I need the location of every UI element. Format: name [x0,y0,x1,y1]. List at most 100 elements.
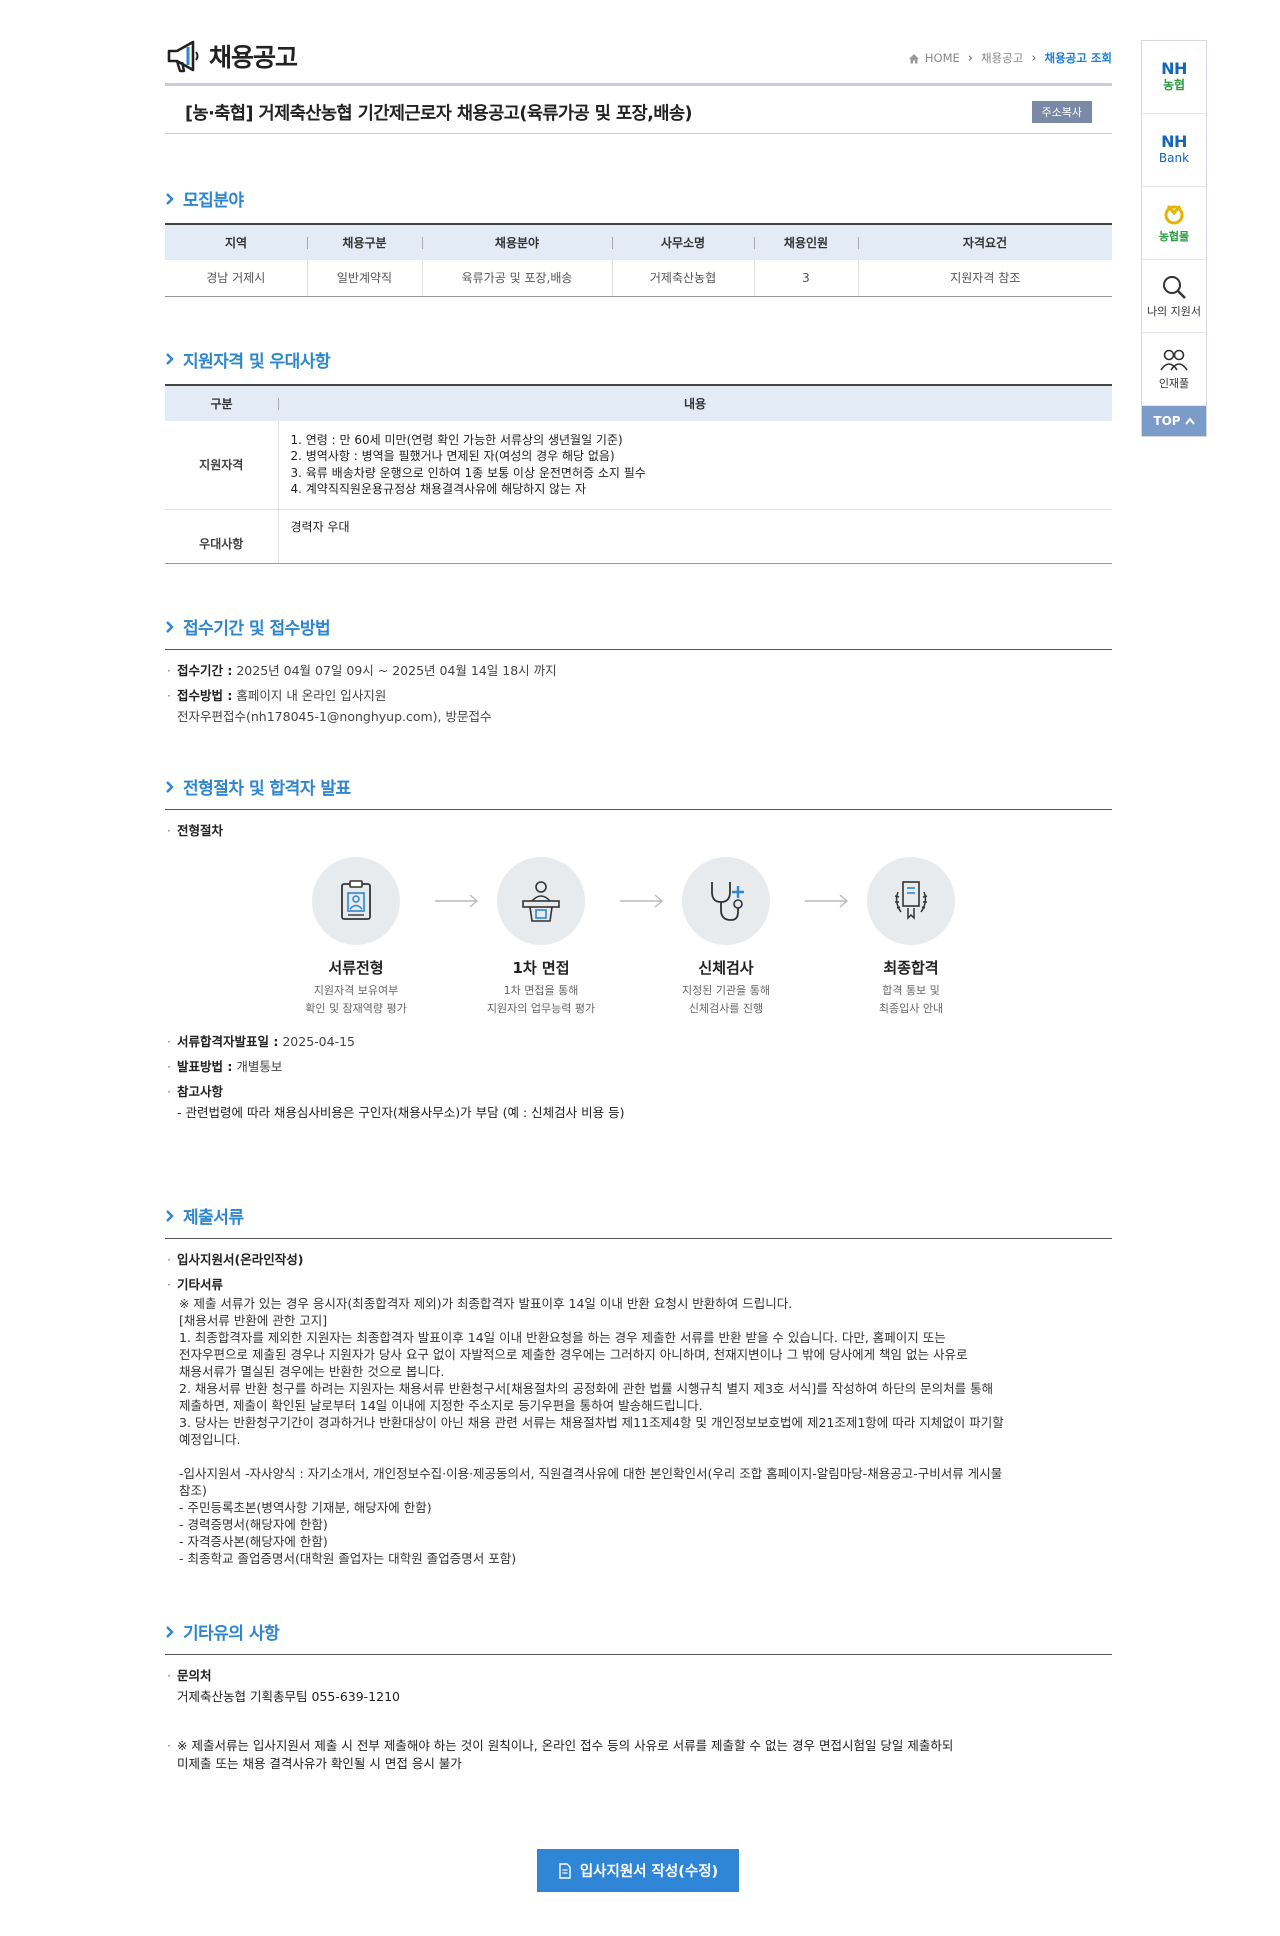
page-title: 채용공고 [165,38,298,74]
quick-nh-nonghyup[interactable]: NH 농협 [1142,41,1206,114]
doc-line: [채용서류 반환에 관한 고지] [179,1313,328,1328]
recruit-table: 지역 채용구분 채용분야 사무소명 채용인원 자격요건 경남 거제시 일반계약직… [165,223,1112,297]
table-cell: 거제축산농협 [611,260,754,297]
section-heading-process: 전형절차 및 합격자 발표 [165,774,1112,810]
notice-method-value: 개별통보 [236,1059,283,1074]
breadcrumb-current: 채용공고 조회 [1044,51,1112,65]
doc-pass-label: 서류합격자발표일 : [177,1034,279,1049]
table-cell: 일반계약직 [306,260,422,297]
nh-bank-logo-sub: Bank [1158,151,1190,165]
doc-line: 1. 최종합격자를 제외한 지원자는 최종합격자 발표이후 14일 이내 반환요… [179,1330,946,1345]
col-header: 채용인원 [754,224,858,260]
process-step-desc-line: 지정된 기관을 통해 [682,984,770,997]
table-cell: 경남 거제시 [165,260,307,297]
col-header: 구분 [165,384,278,421]
top-button-label: TOP [1153,414,1181,428]
doc-line: - 최종학교 졸업증명서(대학원 졸업자는 대학원 졸업증명서 포함) [179,1551,517,1566]
copy-address-button[interactable]: 주소복사 [1031,101,1092,123]
doc-line: 채용서류가 멸실된 경우에는 반환한 것으로 봅니다. [179,1364,445,1379]
receipt-period-value: 2025년 04월 07일 09시 ~ 2025년 04월 14일 18시 까지 [236,663,557,678]
process-step: 1차 면접 1차 면접을 통해지원자의 업무능력 평가 [466,857,616,1018]
table-cell: 지원자격 참조 [857,260,1112,297]
section-heading-text: 제출서류 [183,1208,244,1228]
quick-nh-bank[interactable]: NH Bank [1142,114,1206,187]
table-row: 경남 거제시 일반계약직 육류가공 및 포장,배송 거제축산농협 3 지원자격 … [165,260,1112,297]
contact-label-text: 문의처 [177,1668,212,1683]
process-step-desc-line: 지원자격 보유여부 [313,984,399,997]
doc-line: -입사지원서 -자사양식 : 자기소개서, 개인정보수집·이용·제공동의서, 직… [179,1466,1003,1481]
chevron-right-icon [166,1209,174,1222]
doc-item-application: 입사지원서(온라인작성) [165,1249,1112,1270]
stethoscope-icon [682,857,770,945]
breadcrumb-home[interactable]: HOME [908,51,960,65]
process-step-desc-line: 1차 면접을 통해 [503,984,579,997]
qualification-line: 1. 연령 : 만 60세 미만(연령 확인 가능한 서류상의 생년월일 기준) [290,432,623,447]
quick-label: 인재풀 [1158,376,1190,390]
receipt-method-extra: 전자우편접수(nh178045-1@nonghyup.com), 방문접수 [177,709,492,724]
process-step-desc-line: 신체검사를 진행 [688,1002,764,1015]
other-note: ※ 제출서류는 입사지원서 제출 시 전부 제출해야 하는 것이 원칙이나, 온… [165,1737,1112,1773]
section-heading-text: 전형절차 및 합격자 발표 [183,779,351,799]
chevron-right-icon [166,192,174,205]
notice-method-label: 발표방법 : [177,1059,233,1074]
quick-label: 농협몰 [1158,229,1190,243]
breadcrumb-level1[interactable]: 채용공고 [981,50,1023,66]
process-step-name: 1차 면접 [512,959,570,977]
other-note-line: 미제출 또는 채용 결격사유가 확인될 시 면접 응시 불가 [177,1756,462,1771]
doc-line: 3. 당사는 반환청구기간이 경과하거나 반환대상이 아닌 채용 관련 서류는 … [179,1415,1004,1430]
other-note-line: ※ 제출서류는 입사지원서 제출 시 전부 제출해야 하는 것이 원칙이나, 온… [177,1738,954,1753]
ref-label-text: 참고사항 [177,1084,224,1099]
table-row: 우대사항 경력자 우대 [165,509,1112,564]
qualification-table: 구분 내용 지원자격 1. 연령 : 만 60세 미만(연령 확인 가능한 서류… [165,383,1112,564]
section-heading-text: 모집분야 [183,191,244,211]
quick-menu: NH 농협 NH Bank 농협몰 나의 지원서 인재풀 TOP [1141,40,1207,437]
doc-line: 전자우편으로 제출된 경우나 지원자가 당사 요구 없이 자발적으로 제출한 경… [179,1347,968,1362]
chevron-right-icon: › [1031,50,1037,66]
quick-talent-pool[interactable]: 인재풀 [1142,333,1206,406]
doc-pass-date: 서류합격자발표일 : 2025-04-15 [165,1031,1112,1052]
recruit-section: 모집분야 지역 채용구분 채용분야 사무소명 채용인원 자격요건 경남 거제시 … [165,186,1112,297]
breadcrumb-home-label: HOME [924,51,960,65]
process-step-desc: 지정된 기관을 통해신체검사를 진행 [651,982,801,1018]
row-label: 우대사항 [165,509,279,564]
process-step: 최종합격 합격 통보 및 최종입사 안내 [836,857,986,1018]
doc-line: - 경력증명서(해당자에 한함) [179,1517,328,1532]
chevron-right-icon: › [967,50,973,66]
interview-podium-icon [497,857,585,945]
laurel-certificate-icon [867,857,955,945]
nh-bank-logo-text: NH [1161,132,1187,151]
ref-label: 참고사항 [165,1081,1112,1102]
apply-button[interactable]: 입사지원서 작성(수정) [537,1849,739,1892]
megaphone-icon [167,40,199,73]
page-title-text: 채용공고 [209,43,298,72]
doc-item-other: 기타서류 [165,1274,1112,1295]
doc-line: 참조) [179,1483,207,1498]
doc-item-text: 입사지원서(온라인작성) [177,1252,304,1267]
col-header: 채용분야 [422,224,612,260]
nh-mall-logo-icon [1164,204,1184,224]
nh-logo-text: NH [1161,59,1187,78]
process-section: 전형절차 및 합격자 발표 전형절차 서류전형 지원자격 보유여부확인 및 잠재… [165,774,1112,1123]
col-header: 채용구분 [307,224,422,260]
top-button[interactable]: TOP [1142,406,1206,436]
chevron-up-icon [1184,417,1195,425]
table-cell: 육류가공 및 포장,배송 [421,260,612,297]
qualification-section: 지원자격 및 우대사항 구분 내용 지원자격 1. 연령 : 만 60세 미만(… [165,347,1112,564]
apply-button-label: 입사지원서 작성(수정) [579,1864,719,1880]
chevron-right-icon [166,780,174,793]
process-step-desc-line: 최종입사 안내 [878,1002,944,1015]
breadcrumb: HOME › 채용공고 › 채용공고 조회 [908,50,1112,66]
main-content: 채용공고 HOME › 채용공고 › 채용공고 조회 [농·축협] 거제축산농협… [165,0,1112,1773]
quick-my-application[interactable]: 나의 지원서 [1142,260,1206,333]
qualification-content: 1. 연령 : 만 60세 미만(연령 확인 가능한 서류상의 생년월일 기준)… [278,420,1112,510]
row-label: 지원자격 [165,420,279,510]
col-header: 사무소명 [612,224,754,260]
chevron-right-icon [166,620,174,633]
process-step-desc-line: 지원자의 업무능력 평가 [486,1002,596,1015]
quick-nh-mall[interactable]: 농협몰 [1142,187,1206,260]
doc-line: ※ 제출 서류가 있는 경우 응시자(최종합격자 제외)가 최종합격자 발표이후… [179,1296,793,1311]
doc-item-text: 기타서류 [177,1277,224,1292]
section-heading-documents: 제출서류 [165,1203,1112,1239]
nh-logo-icon: NH 농협 [1161,61,1187,93]
documents-section: 제출서류 입사지원서(온라인작성) 기타서류 ※ 제출 서류가 있는 경우 응시… [165,1203,1112,1567]
